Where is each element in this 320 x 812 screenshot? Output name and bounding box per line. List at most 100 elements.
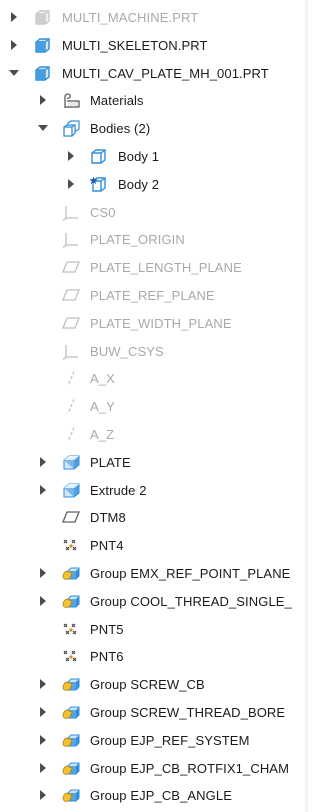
tree-item-label: Body 1 — [118, 149, 160, 164]
bodies-icon — [62, 120, 80, 137]
datum-plane-icon — [62, 287, 80, 304]
tree-item[interactable]: Group SCREW_CB — [0, 671, 308, 698]
model-tree: MULTI_MACHINE.PRT MULTI_SKELETON.PRT MUL… — [0, 0, 308, 812]
tree-item-label: DTM8 — [90, 510, 126, 526]
part-icon — [33, 65, 51, 82]
tree-item-label: BUW_CSYS — [90, 343, 164, 359]
tree-item-label: MULTI_MACHINE.PRT — [62, 10, 199, 25]
tree-item-label: PLATE — [90, 454, 131, 470]
tree-item[interactable]: PLATE_ORIGIN — [0, 226, 308, 253]
collapse-arrow-icon[interactable] — [38, 456, 48, 468]
tree-item[interactable]: Materials — [0, 87, 308, 114]
tree-item-label: Body 2 — [118, 176, 160, 192]
tree-item[interactable]: MULTI_CAV_PLATE_MH_001.PRT — [0, 60, 308, 87]
tree-item-label: Materials — [90, 93, 144, 109]
vertical-scrollbar[interactable] — [305, 0, 308, 812]
expand-arrow-icon[interactable] — [9, 67, 19, 79]
tree-item-label: Group EJP_CB_ROTFIX1_CHAM — [90, 760, 290, 776]
tree-item-label: CS0 — [90, 204, 116, 220]
tree-item-label: Group SCREW_CB — [90, 677, 205, 693]
tree-item[interactable]: PLATE — [0, 449, 308, 476]
tree-item-label: PLATE_REF_PLANE — [90, 288, 215, 303]
collapse-arrow-icon[interactable] — [38, 595, 48, 607]
collapse-arrow-icon[interactable] — [9, 11, 19, 23]
tree-item[interactable]: A_Y — [0, 393, 308, 420]
tree-item-label: PLATE_ORIGIN — [90, 232, 185, 248]
tree-item[interactable]: Extrude 2 — [0, 477, 308, 504]
collapse-arrow-icon[interactable] — [66, 178, 76, 190]
tree-item[interactable]: A_X — [0, 365, 308, 392]
tree-item-label: Group EJP_CB_ANGLE — [90, 788, 232, 804]
tree-item[interactable]: Bodies (2) — [0, 115, 308, 142]
collapse-arrow-icon[interactable] — [9, 39, 19, 51]
csys-icon — [62, 231, 80, 249]
datum-point-icon — [62, 648, 80, 665]
group-icon — [62, 732, 80, 749]
tree-item[interactable]: Group EJP_REF_SYSTEM — [0, 727, 308, 754]
tree-item-label: PNT5 — [90, 621, 124, 637]
collapse-arrow-icon[interactable] — [38, 789, 48, 801]
tree-item[interactable]: MULTI_MACHINE.PRT — [0, 4, 308, 31]
tree-item-label: PLATE_WIDTH_PLANE — [90, 315, 232, 331]
group-icon — [62, 760, 80, 777]
collapse-arrow-icon[interactable] — [38, 567, 48, 579]
tree-item-label: A_Z — [90, 427, 115, 442]
group-icon — [62, 704, 80, 721]
tree-item-label: MULTI_CAV_PLATE_MH_001.PRT — [62, 65, 269, 81]
datum-point-icon — [62, 537, 80, 554]
tree-item[interactable]: BUW_CSYS — [0, 338, 308, 365]
datum-plane-icon — [62, 509, 80, 526]
tree-item[interactable]: PNT6 — [0, 643, 308, 670]
tree-item[interactable]: DTM8 — [0, 504, 308, 531]
tree-item[interactable]: Body 2 — [0, 171, 308, 198]
tree-item[interactable]: Group COOL_THREAD_SINGLE_ — [0, 588, 308, 615]
tree-item[interactable]: Group EJP_CB_ROTFIX1_CHAM — [0, 755, 308, 782]
tree-item[interactable]: Group EMX_REF_POINT_PLANE — [0, 560, 308, 587]
collapse-arrow-icon[interactable] — [38, 94, 48, 106]
tree-item[interactable]: Body 1 — [0, 143, 308, 170]
part-icon — [33, 9, 51, 26]
datum-plane-icon — [62, 315, 80, 332]
tree-item-label: MULTI_SKELETON.PRT — [62, 37, 208, 53]
tree-item[interactable]: CS0 — [0, 199, 308, 226]
tree-item-label: Group SCREW_THREAD_BORE — [90, 705, 286, 720]
tree-item[interactable]: PLATE_WIDTH_PLANE — [0, 310, 308, 337]
extrude-icon — [62, 482, 80, 499]
collapse-arrow-icon[interactable] — [66, 150, 76, 162]
tree-item-label: Bodies (2) — [90, 121, 151, 137]
group-icon — [62, 787, 80, 804]
collapse-arrow-icon[interactable] — [38, 678, 48, 690]
tree-item[interactable]: PLATE_REF_PLANE — [0, 282, 308, 309]
group-icon — [62, 593, 80, 610]
csys-icon — [62, 204, 80, 221]
collapse-arrow-icon[interactable] — [38, 734, 48, 746]
tree-item-label: PNT6 — [90, 649, 124, 665]
tree-item-label: PLATE_LENGTH_PLANE — [90, 260, 242, 276]
group-icon — [62, 676, 80, 693]
datum-plane-icon — [62, 259, 80, 276]
body-default-icon — [89, 176, 107, 193]
tree-item-label: A_X — [90, 371, 115, 387]
collapse-arrow-icon[interactable] — [38, 706, 48, 718]
tree-item-label: Group EMX_REF_POINT_PLANE — [90, 566, 291, 581]
tree-item-label: A_Y — [90, 399, 115, 415]
extrude-icon — [62, 454, 80, 471]
datum-axis-icon — [62, 426, 80, 443]
tree-item-label: Group COOL_THREAD_SINGLE_ — [90, 593, 292, 609]
materials-icon — [62, 92, 80, 109]
group-icon — [62, 565, 80, 582]
collapse-arrow-icon[interactable] — [38, 762, 48, 774]
tree-item[interactable]: PLATE_LENGTH_PLANE — [0, 254, 308, 281]
tree-item[interactable]: PNT4 — [0, 532, 308, 559]
tree-item-label: Group EJP_REF_SYSTEM — [90, 732, 250, 748]
datum-axis-icon — [62, 398, 80, 415]
part-icon — [33, 37, 51, 54]
collapse-arrow-icon[interactable] — [38, 484, 48, 496]
tree-item[interactable]: A_Z — [0, 421, 308, 448]
tree-item[interactable]: MULTI_SKELETON.PRT — [0, 32, 308, 59]
datum-axis-icon — [62, 370, 80, 387]
tree-item[interactable]: Group EJP_CB_ANGLE — [0, 782, 308, 809]
tree-item[interactable]: Group SCREW_THREAD_BORE — [0, 699, 308, 726]
expand-arrow-icon[interactable] — [38, 122, 48, 134]
tree-item[interactable]: PNT5 — [0, 616, 308, 643]
